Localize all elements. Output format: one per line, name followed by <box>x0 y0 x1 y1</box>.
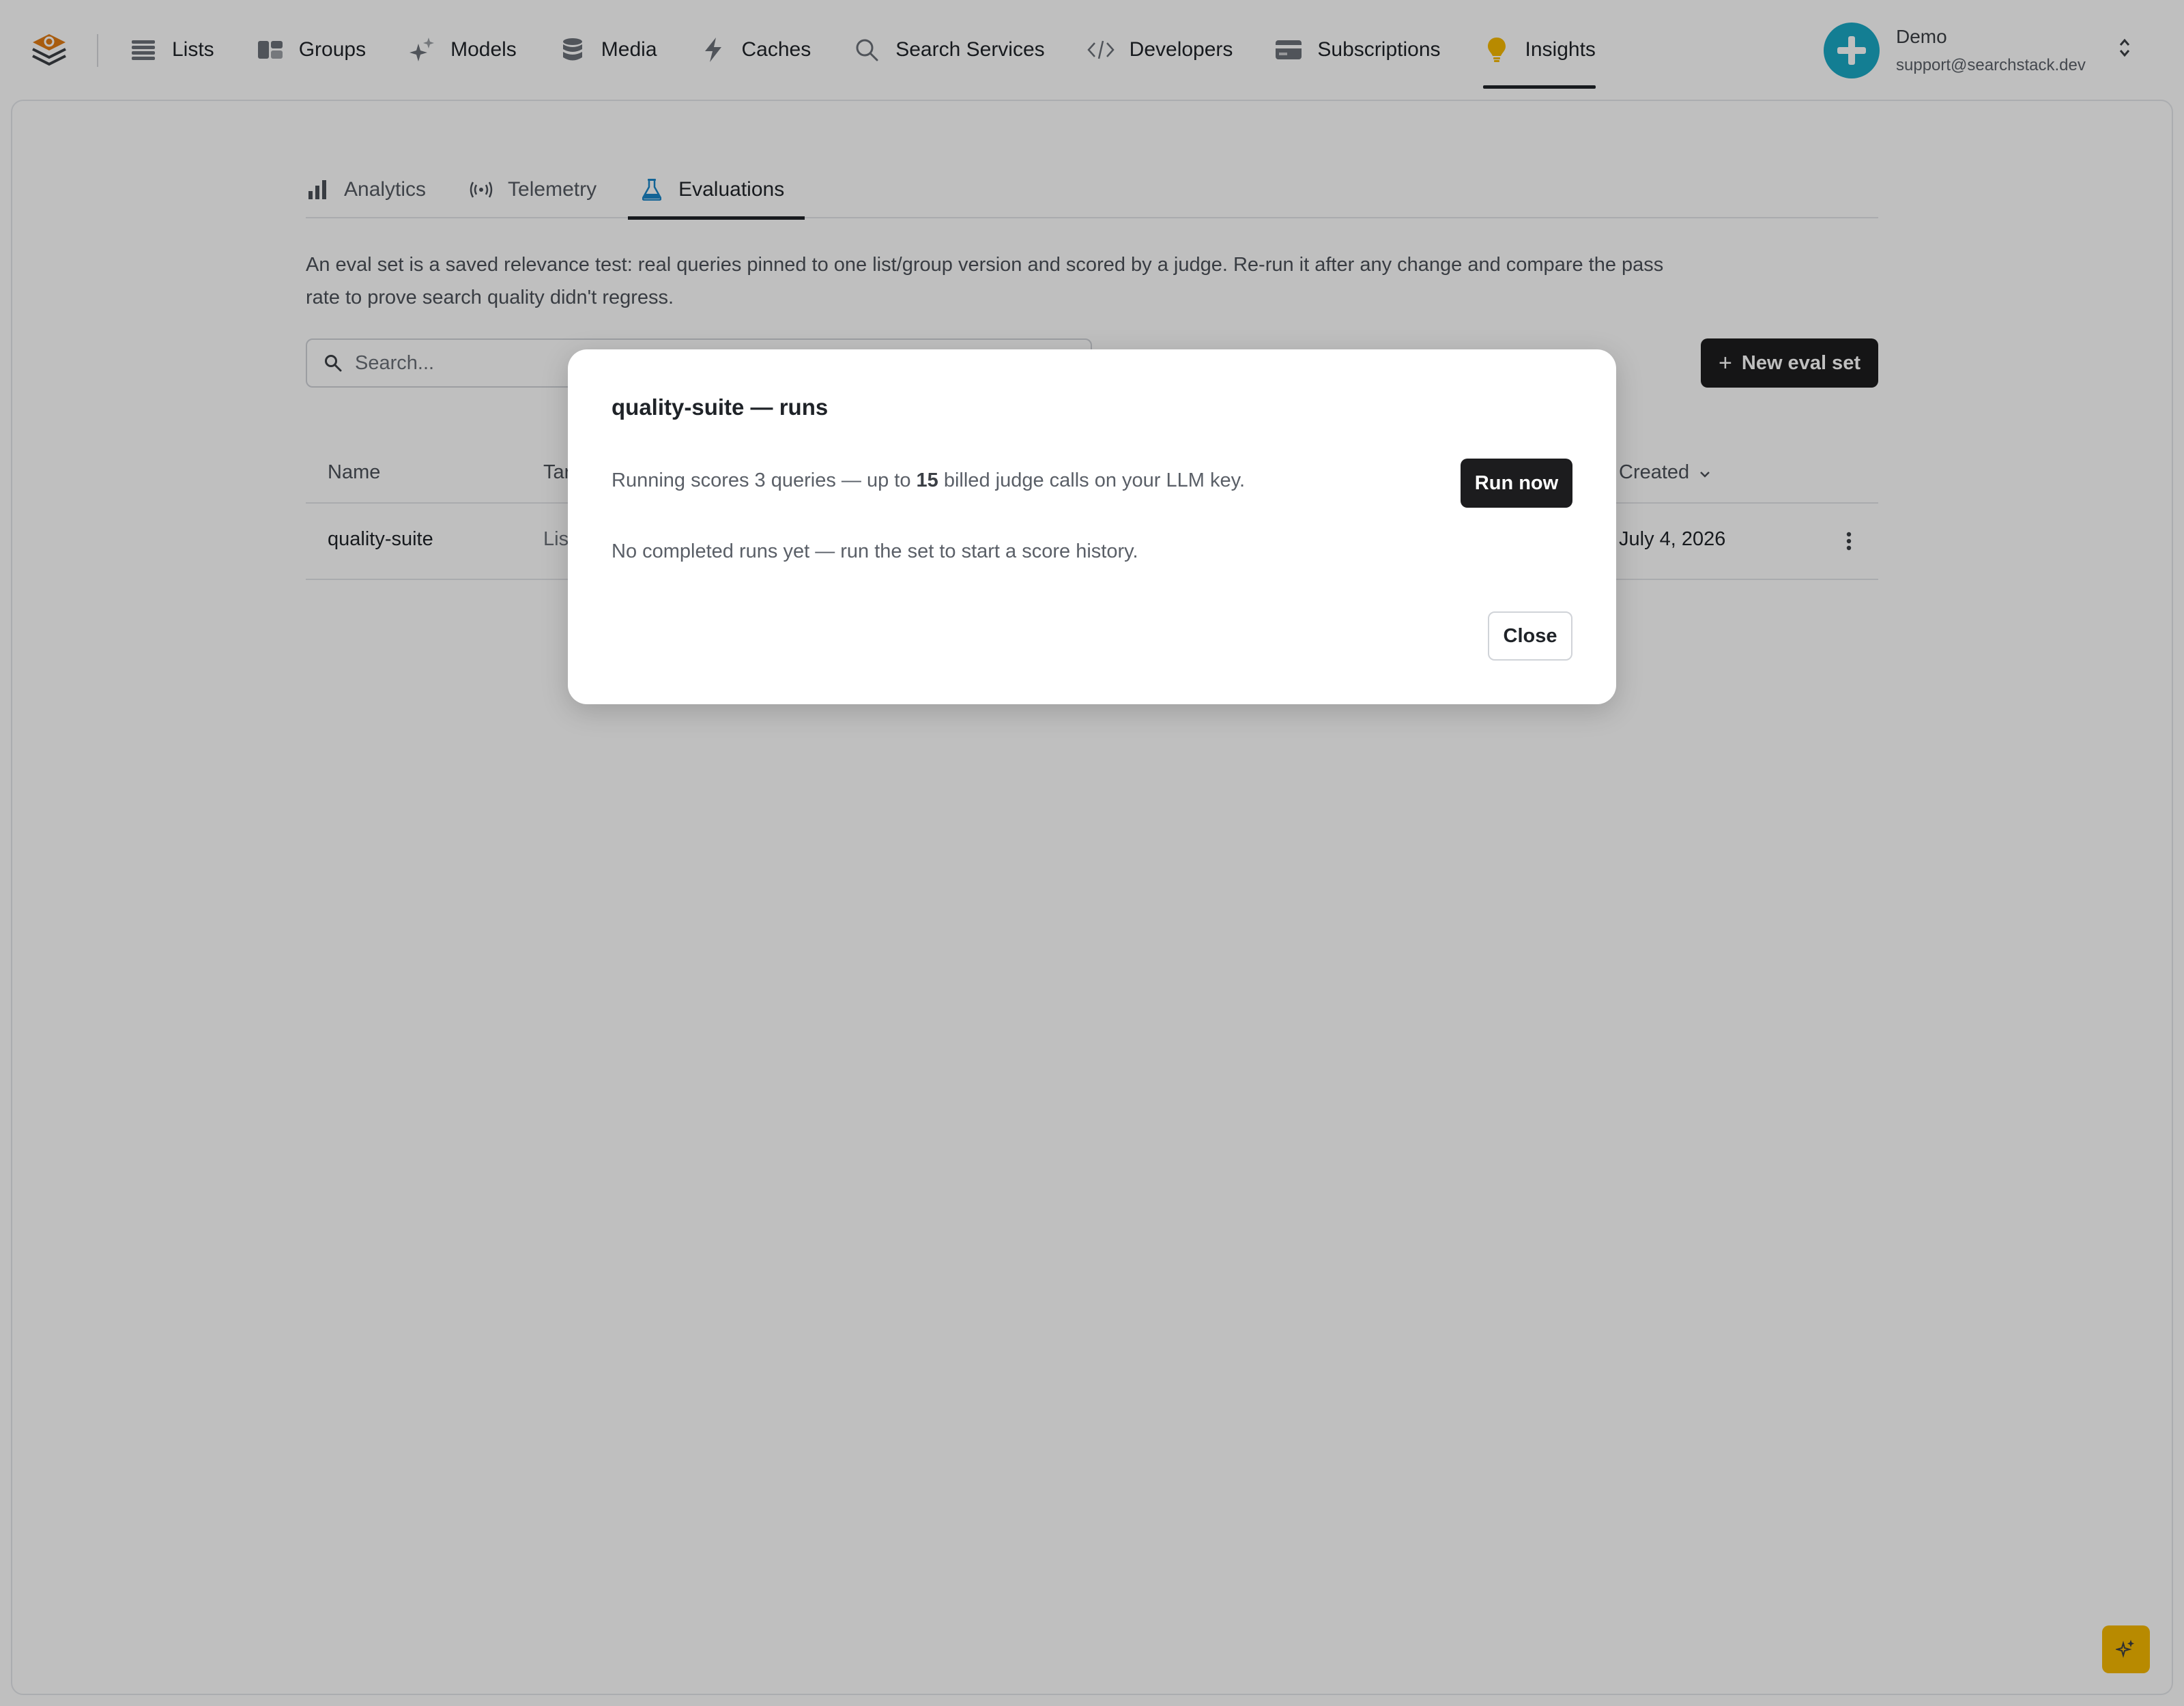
runs-modal: quality-suite — runs Running scores 3 qu… <box>568 349 1616 704</box>
run-info-suffix: billed judge calls on your LLM key. <box>938 469 1245 491</box>
close-button[interactable]: Close <box>1488 611 1572 661</box>
modal-title: quality-suite — runs <box>612 394 829 420</box>
run-now-button[interactable]: Run now <box>1461 459 1572 508</box>
modal-run-info: Running scores 3 queries — up to 15 bill… <box>612 469 1245 492</box>
judge-call-count: 15 <box>916 469 938 491</box>
run-info-prefix: Running scores 3 queries — up to <box>612 469 917 491</box>
modal-overlay[interactable] <box>0 0 2184 1706</box>
no-runs-message: No completed runs yet — run the set to s… <box>612 540 1138 562</box>
